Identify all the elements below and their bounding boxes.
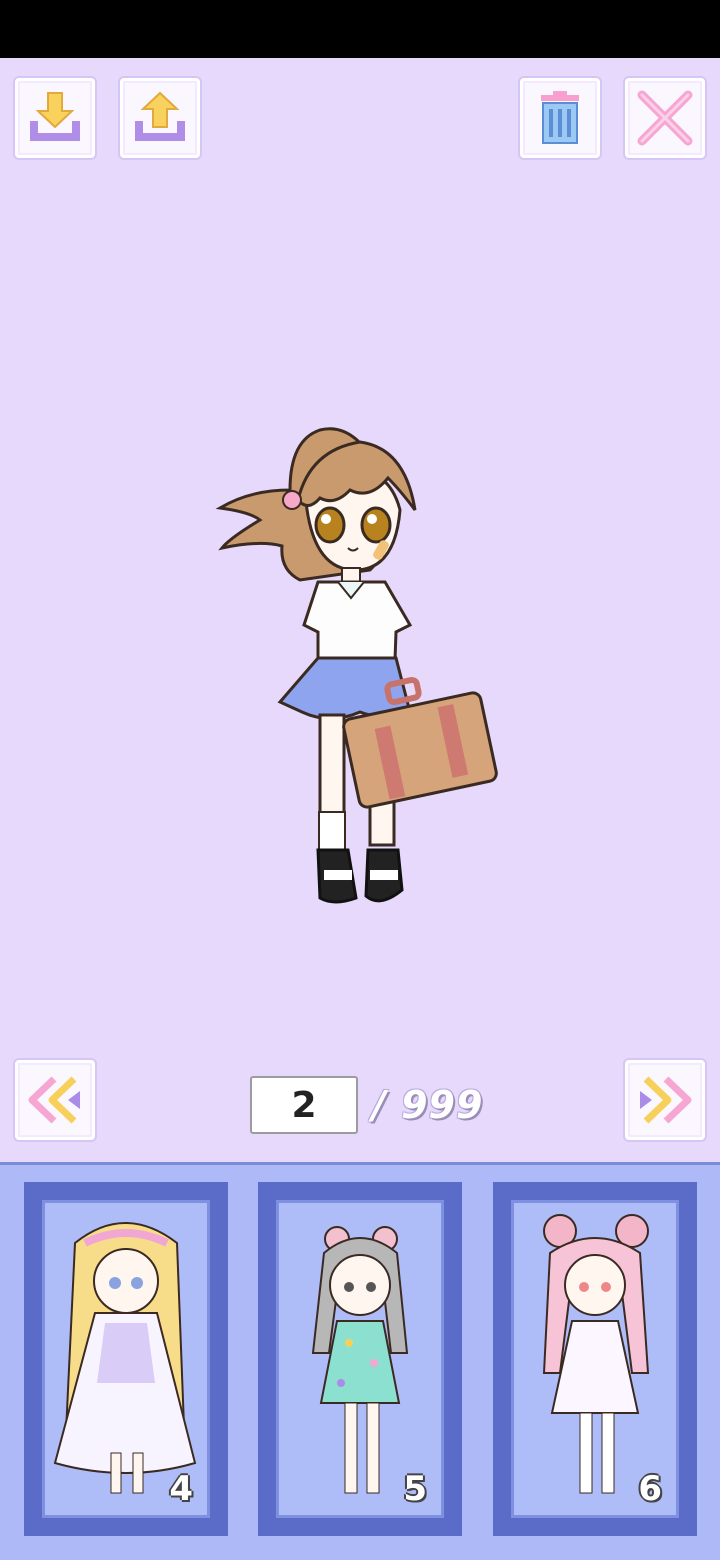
- character-thumbnail: [53, 1222, 197, 1494]
- next-page-button[interactable]: [625, 1060, 705, 1140]
- page-number-input[interactable]: 2: [250, 1076, 358, 1134]
- upload-icon: [129, 87, 191, 149]
- close-button[interactable]: [625, 78, 705, 158]
- trash-icon: [529, 87, 591, 149]
- download-button[interactable]: [15, 78, 95, 158]
- character-thumbnail: [311, 1226, 409, 1494]
- previous-page-button[interactable]: [15, 1060, 95, 1140]
- delete-button[interactable]: [520, 78, 600, 158]
- character-thumbnail: [542, 1214, 650, 1494]
- double-chevron-left-icon: [24, 1069, 86, 1131]
- status-bar: [0, 0, 720, 58]
- slot-number: 5: [403, 1469, 427, 1509]
- download-icon: [24, 87, 86, 149]
- upload-button[interactable]: [120, 78, 200, 158]
- save-slot[interactable]: 4: [24, 1182, 228, 1536]
- slot-number: 4: [169, 1469, 193, 1509]
- save-slot[interactable]: 6: [493, 1182, 697, 1536]
- save-slot[interactable]: 5: [258, 1182, 462, 1536]
- shirt: [302, 580, 413, 662]
- page-total: / 999: [372, 1083, 484, 1127]
- close-icon: [634, 87, 696, 149]
- double-chevron-right-icon: [634, 1069, 696, 1131]
- character-preview: [210, 420, 500, 910]
- slot-number: 6: [638, 1469, 662, 1509]
- pager: 2 / 999: [250, 1076, 483, 1134]
